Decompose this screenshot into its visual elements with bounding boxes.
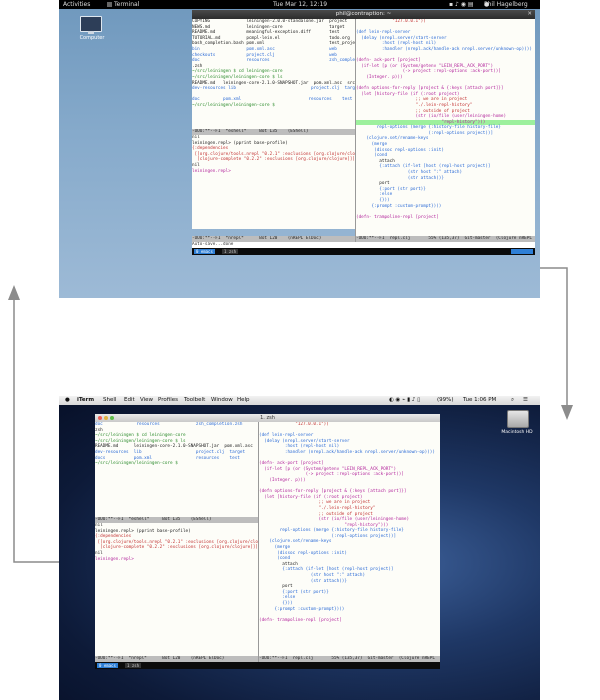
connector-right — [540, 267, 568, 405]
connector-lines — [8, 267, 573, 563]
arrow-down-icon — [561, 405, 573, 420]
arrow-up-icon — [8, 285, 20, 300]
connector-left — [13, 300, 59, 563]
